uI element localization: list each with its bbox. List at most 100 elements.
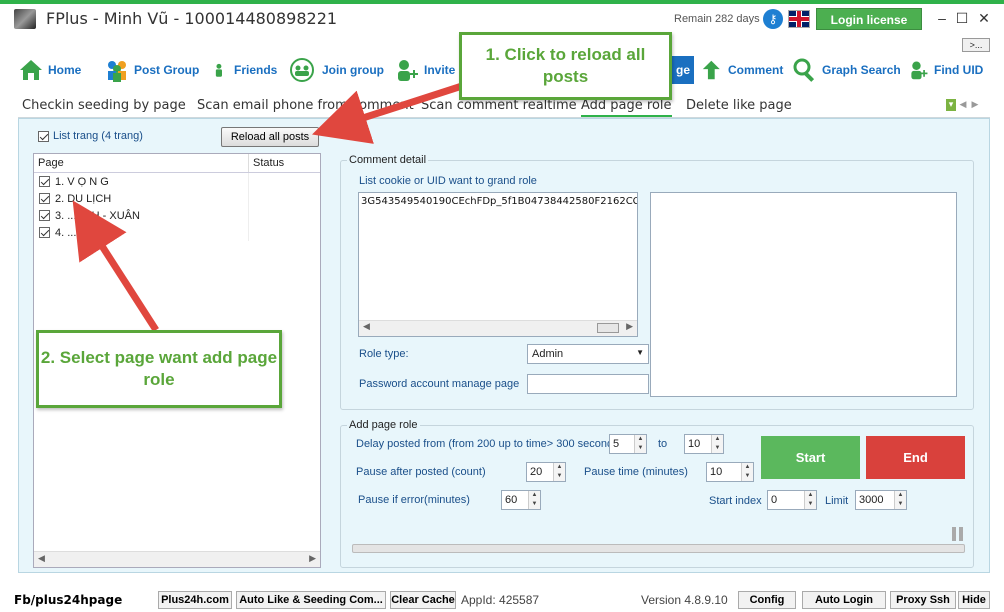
plus24h-button[interactable]: Plus24h.com [158,591,232,609]
start-index-label: Start index [709,495,762,507]
nav-comment[interactable]: Comment [702,54,783,86]
nav-find-uid[interactable]: Find UID [908,54,983,86]
to-label: to [658,438,668,450]
spin-arrows-icon[interactable]: ▲ ▼ [741,463,753,481]
tab-checkin-seeding[interactable]: Checkin seeding by page [22,98,186,113]
spin-arrows-icon[interactable]: ▲ ▼ [711,435,723,453]
nav-friends[interactable]: Friends [214,54,277,86]
nav-join-group[interactable]: Join group [286,54,384,86]
nav-graph-search[interactable]: Graph Search [792,54,901,86]
tab-delete-like-page[interactable]: Delete like page [686,98,792,113]
scroll-left-icon[interactable]: ◀ [363,322,370,332]
cookie-value: 3G543549540190CEchFDp_5f1B04738442580F21… [361,196,638,207]
pause-error-label: Pause if error(minutes) [358,494,470,506]
clear-cache-button[interactable]: Clear Cache [390,591,456,609]
spin-arrows-icon[interactable]: ▲ ▼ [528,491,540,509]
nav-home-label: Home [48,63,82,77]
scroll-right-icon[interactable]: ▶ [309,553,316,564]
spin-arrows-icon[interactable]: ▲ ▼ [894,491,906,509]
tab-scan-comment-realtime[interactable]: Scan comment realtime [421,98,577,113]
page-checkbox[interactable] [39,193,50,204]
pause-after-value: 20 [530,466,543,478]
fb-page-label: Fb/plus24hpage [14,593,123,607]
result-textarea[interactable] [650,192,957,397]
page-checkbox[interactable] [39,176,50,187]
limit-spinner[interactable]: 3000 ▲ ▼ [855,490,907,510]
page-name: 1. V Ọ N G [55,175,109,188]
page-row[interactable]: 1. V Ọ N G [34,173,320,190]
password-input[interactable] [527,374,649,394]
tab-right-icon[interactable]: ▶ [970,99,980,111]
spin-arrows-icon[interactable]: ▲ ▼ [553,463,565,481]
minimize-button[interactable]: – [932,8,952,28]
join-group-icon [290,58,314,82]
page-row[interactable]: 2. DU LỊCH [34,190,320,207]
list-trang-checkbox[interactable]: List trang (4 trang) [38,130,143,142]
page-row[interactable]: 3. ...ANH - XUÂN [34,207,320,224]
page-checkbox[interactable] [39,210,50,221]
cookie-textarea[interactable]: 3G543549540190CEchFDp_5f1B04738442580F21… [358,192,638,337]
auto-login-button[interactable]: Auto Login [802,591,886,609]
pause-time-spinner[interactable]: 10 ▲ ▼ [706,462,754,482]
page-name: 4. ... [55,226,77,239]
nav-comment-label: Comment [728,63,784,77]
key-icon[interactable]: ⚷ [763,9,783,29]
page-name: 2. DU LỊCH [55,192,112,205]
more-button[interactable]: >... [962,38,990,52]
col-page[interactable]: Page [34,154,249,172]
hide-button[interactable]: Hide [958,591,990,609]
status-cell [248,207,249,224]
scroll-right-icon[interactable]: ▶ [626,322,633,332]
pause-after-spinner[interactable]: 20 ▲ ▼ [526,462,566,482]
callout-select-page: 2. Select page want add page role [36,330,282,408]
pause-error-value: 60 [505,494,518,506]
tab-menu-icon[interactable]: ▾ [946,99,956,111]
maximize-button[interactable]: ☐ [952,8,972,28]
grid-header: Page Status [34,154,320,173]
config-button[interactable]: Config [738,591,796,609]
start-button[interactable]: Start [761,436,860,479]
start-index-spinner[interactable]: 0 ▲ ▼ [767,490,817,510]
search-icon [793,58,815,82]
reload-all-posts-button[interactable]: Reload all posts [221,127,319,147]
nav-post-group[interactable]: Post Group [104,54,199,86]
page-checkbox[interactable] [39,227,50,238]
spin-arrows-icon[interactable]: ▲ ▼ [804,491,816,509]
nav-friends-label: Friends [234,63,278,77]
nav-post-group-label: Post Group [134,63,200,77]
grid-horizontal-scrollbar[interactable]: ◀ ▶ [34,551,320,567]
close-button[interactable]: ✕ [974,8,994,28]
scroll-left-icon[interactable]: ◀ [38,553,45,564]
nav-page[interactable]: ge [672,56,695,84]
friend-icon [215,63,222,77]
delay-from-spinner[interactable]: 5 ▲ ▼ [609,434,647,454]
col-status[interactable]: Status [249,154,288,172]
nav-page-label: ge [676,63,691,77]
end-button[interactable]: End [866,436,965,479]
tab-add-page-role[interactable]: Add page role [581,98,672,117]
role-type-select[interactable]: Admin [527,344,649,364]
cookie-scrollbar[interactable]: ◀ ▶ [359,320,637,336]
delay-to-value: 10 [688,438,701,450]
pause-error-spinner[interactable]: 60 ▲ ▼ [501,490,541,510]
page-row[interactable]: 4. ... [34,224,320,241]
auto-like-button[interactable]: Auto Like & Seeding Com... [236,591,386,609]
delay-label: Delay posted from (from 200 up to time> … [356,438,623,450]
scroll-thumb[interactable] [597,323,619,333]
tab-scan-email-phone[interactable]: Scan email phone from comment [197,98,414,113]
spin-arrows-icon[interactable]: ▲ ▼ [634,435,646,453]
list-trang-label: List trang (4 trang) [53,130,143,142]
nav-invite[interactable]: Invite [394,54,455,86]
callout-reload-text: 1. Click to reload all posts [485,45,646,86]
checkbox[interactable] [38,130,49,142]
uk-flag-icon[interactable] [788,10,810,28]
nav-home[interactable]: Home [18,54,81,86]
pause-icon[interactable] [952,527,964,541]
tab-left-icon[interactable]: ◀ [958,99,968,111]
login-license-button[interactable]: Login license [816,8,922,30]
proxy-ssh-button[interactable]: Proxy Ssh [890,591,956,609]
status-cell [248,190,249,207]
pause-after-label: Pause after posted (count) [356,466,486,478]
pause-time-value: 10 [710,466,723,478]
delay-to-spinner[interactable]: 10 ▲ ▼ [684,434,724,454]
